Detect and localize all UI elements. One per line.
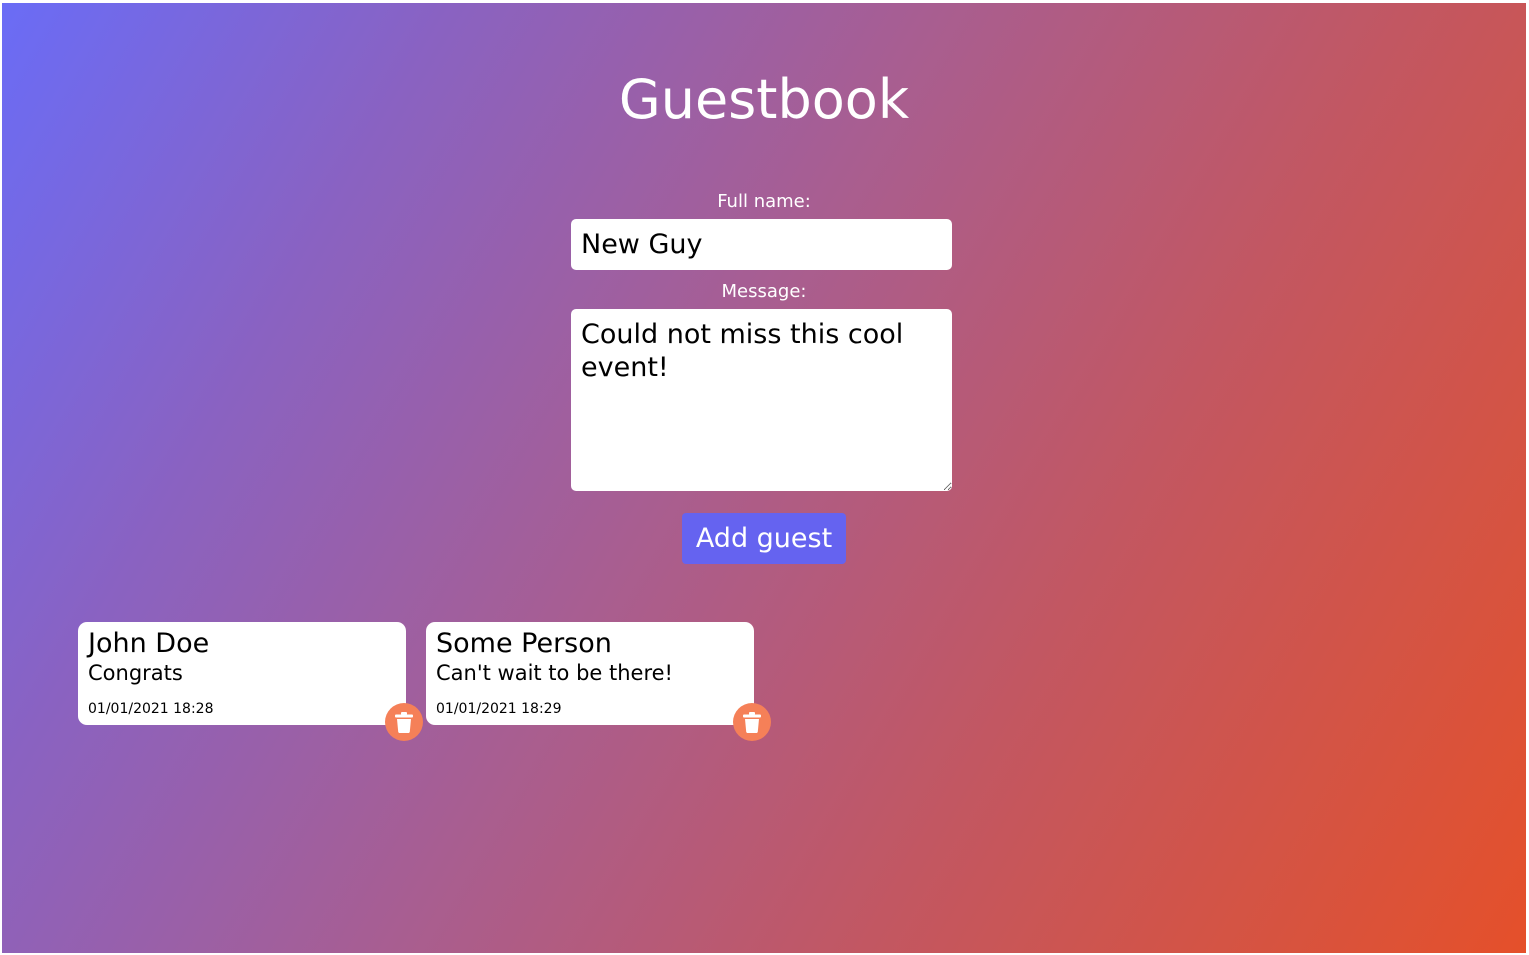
- add-guest-button[interactable]: Add guest: [682, 513, 846, 564]
- delete-guest-button[interactable]: [733, 703, 771, 741]
- trash-icon: [743, 711, 761, 733]
- full-name-input[interactable]: [571, 219, 952, 270]
- message-textarea[interactable]: Could not miss this cool event!: [571, 309, 952, 491]
- delete-guest-button[interactable]: [385, 703, 423, 741]
- guest-date: 01/01/2021 18:29: [436, 701, 562, 717]
- guest-card: Some Person Can't wait to be there! 01/0…: [426, 622, 754, 725]
- message-label: Message:: [721, 281, 807, 302]
- trash-icon: [395, 711, 413, 733]
- page-title: Guestbook: [618, 68, 910, 131]
- full-name-label: Full name:: [717, 191, 811, 212]
- guest-name: John Doe: [88, 628, 210, 659]
- guest-message: Congrats: [88, 661, 183, 685]
- guest-message: Can't wait to be there!: [436, 661, 673, 685]
- guest-name: Some Person: [436, 628, 612, 659]
- guest-date: 01/01/2021 18:28: [88, 701, 214, 717]
- guest-card: John Doe Congrats 01/01/2021 18:28: [78, 622, 406, 725]
